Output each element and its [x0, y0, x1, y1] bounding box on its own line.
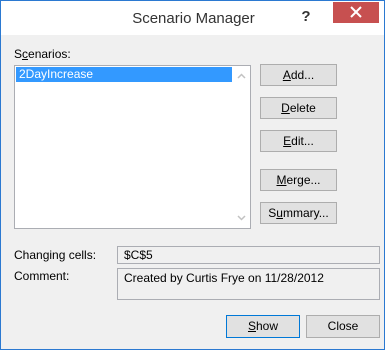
merge-button[interactable]: Merge...: [260, 169, 337, 191]
scrollbar[interactable]: [233, 66, 250, 228]
dialog-title: Scenario Manager: [132, 10, 255, 27]
merge-label: erge...: [286, 173, 321, 187]
edit-label: dit...: [291, 134, 314, 148]
scenarios-listbox[interactable]: 2DayIncrease: [14, 65, 251, 229]
edit-button[interactable]: Edit...: [260, 130, 337, 152]
changing-cells-label: Changing cells:: [14, 248, 97, 262]
close-window-button[interactable]: [333, 2, 379, 23]
scenario-manager-dialog: Scenario Manager ? Scenarios: 2DayIncrea…: [0, 0, 385, 350]
title-bar[interactable]: Scenario Manager ?: [1, 1, 384, 35]
changing-cells-field: $C$5: [117, 246, 380, 264]
summary-label: mmary...: [282, 206, 329, 220]
delete-label: elete: [289, 101, 316, 115]
add-label: dd...: [290, 68, 315, 82]
delete-accel: D: [281, 101, 290, 115]
scenarios-label-pre: S: [14, 47, 23, 61]
scroll-up-arrow-icon[interactable]: [233, 68, 250, 85]
show-label: how: [256, 319, 279, 333]
comment-field: Created by Curtis Frye on 11/28/2012: [117, 268, 380, 300]
scenarios-label: Scenarios:: [14, 47, 71, 61]
close-icon: [350, 6, 362, 18]
scroll-down-arrow-icon[interactable]: [233, 209, 250, 226]
help-icon[interactable]: ?: [298, 8, 314, 26]
list-item[interactable]: 2DayIncrease: [16, 67, 232, 82]
delete-button[interactable]: Delete: [260, 97, 337, 119]
add-accel: A: [282, 68, 291, 82]
comment-label: Comment:: [14, 269, 70, 283]
summary-accel: u: [276, 206, 283, 220]
merge-accel: M: [276, 173, 287, 187]
summary-button[interactable]: Summary...: [260, 202, 337, 224]
edit-accel: E: [283, 134, 292, 148]
show-accel: S: [247, 319, 256, 333]
add-button[interactable]: Add...: [260, 64, 337, 86]
show-button[interactable]: Show: [226, 315, 300, 338]
close-button[interactable]: Close: [306, 315, 380, 338]
scenarios-label-post: enarios:: [28, 47, 71, 61]
